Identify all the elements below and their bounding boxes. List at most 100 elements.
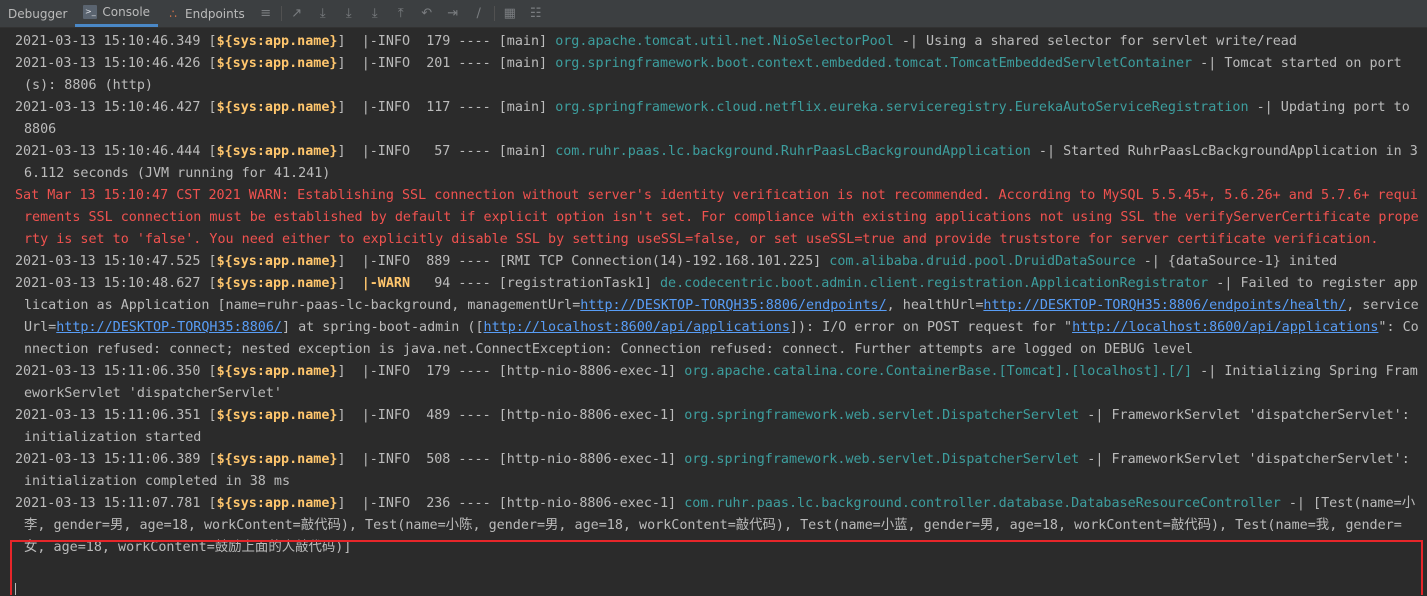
log-level: |-INFO	[361, 408, 419, 423]
log-thread: [http-nio-8806-exec-1]	[498, 452, 677, 467]
log-level: |-INFO	[361, 34, 419, 49]
log-line: 2021-03-13 15:10:46.444 [${sys:app.name}…	[15, 144, 1418, 181]
log-line: 2021-03-13 15:10:46.349 [${sys:app.name}…	[15, 34, 1297, 49]
tab-console[interactable]: >_ Console	[75, 0, 159, 27]
log-timestamp: 2021-03-13 15:10:48.627	[15, 276, 201, 291]
management-url-link[interactable]: http://DESKTOP-TORQH35:8806/endpoints/	[580, 298, 886, 313]
log-line-warn: 2021-03-13 15:10:48.627 [${sys:app.name}…	[15, 276, 1419, 357]
log-timestamp: 2021-03-13 15:10:46.444	[15, 144, 201, 159]
log-level: |-INFO	[361, 100, 419, 115]
log-timestamp: 2021-03-13 15:10:46.349	[15, 34, 201, 49]
log-level: |-INFO	[361, 56, 419, 71]
step-into-icon[interactable]: ⤓	[336, 0, 362, 27]
tab-debugger-label: Debugger	[8, 6, 68, 21]
log-thread-id: 57	[426, 144, 451, 159]
log-timestamp: 2021-03-13 15:10:47.525	[15, 254, 201, 269]
log-line: 2021-03-13 15:11:06.351 [${sys:app.name}…	[15, 408, 1418, 445]
log-thread-id: 201	[426, 56, 451, 71]
console-toolbar: Debugger >_ Console ∴ Endpoints ≡ ↗ ⤓ ⤓ …	[0, 0, 1427, 28]
log-level: |-INFO	[361, 452, 419, 467]
settings-grid-icon[interactable]: ☷	[523, 0, 549, 27]
show-execution-point-icon[interactable]: ↗	[284, 0, 310, 27]
endpoints-icon: ∴	[169, 6, 177, 21]
toolbar-divider	[280, 6, 282, 21]
log-app-name: ${sys:app.name}	[216, 144, 338, 159]
admin-api-link[interactable]: http://localhost:8600/api/applications	[484, 320, 790, 335]
console-icon: >_	[83, 5, 98, 19]
log-logger: org.apache.tomcat.util.net.NioSelectorPo…	[555, 34, 894, 49]
force-step-into-icon[interactable]: ⤓	[362, 0, 388, 27]
log-logger: com.ruhr.paas.lc.background.RuhrPaasLcBa…	[555, 144, 1031, 159]
log-line: 2021-03-13 15:10:46.426 [${sys:app.name}…	[15, 56, 1402, 93]
log-thread: [main]	[498, 34, 548, 49]
log-thread-id: 179	[426, 364, 451, 379]
log-message: Using a shared selector for servlet writ…	[926, 34, 1297, 49]
log-line: 2021-03-13 15:11:06.389 [${sys:app.name}…	[15, 452, 1418, 489]
toolbar-divider	[493, 6, 495, 21]
log-thread: [RMI TCP Connection(14)-192.168.101.225]	[498, 254, 822, 269]
log-message: ] at spring-boot-admin ([	[281, 320, 484, 335]
console-output[interactable]: 2021-03-13 15:10:46.349 [${sys:app.name}…	[0, 28, 1427, 595]
log-logger: de.codecentric.boot.admin.client.registr…	[660, 276, 1209, 291]
drop-frame-icon[interactable]: ↶	[414, 0, 440, 27]
log-line-highlighted: 2021-03-13 15:11:07.781 [${sys:app.name}…	[15, 496, 1416, 555]
log-line: 2021-03-13 15:11:06.350 [${sys:app.name}…	[15, 364, 1418, 401]
log-app-name: ${sys:app.name}	[216, 496, 338, 511]
log-thread-id: 179	[426, 34, 451, 49]
log-app-name: ${sys:app.name}	[216, 254, 338, 269]
log-timestamp: 2021-03-13 15:11:06.351	[15, 408, 201, 423]
layout-menu-icon[interactable]: ≡	[253, 0, 279, 27]
log-thread-id: 94	[426, 276, 451, 291]
text-caret	[15, 583, 16, 595]
log-message: , healthUrl=	[886, 298, 984, 313]
log-level: |-INFO	[361, 496, 419, 511]
log-timestamp: 2021-03-13 15:11:06.350	[15, 364, 201, 379]
service-url-link[interactable]: http://DESKTOP-TORQH35:8806/	[56, 320, 282, 335]
admin-api-link[interactable]: http://localhost:8600/api/applications	[1072, 320, 1378, 335]
log-timestamp: 2021-03-13 15:10:46.426	[15, 56, 201, 71]
log-level: |-WARN	[361, 276, 419, 291]
step-over-icon[interactable]: ⤓	[310, 0, 336, 27]
log-logger: com.alibaba.druid.pool.DruidDataSource	[829, 254, 1136, 269]
log-thread: [registrationTask1]	[498, 276, 652, 291]
log-message: ]): I/O error on POST request for "	[789, 320, 1073, 335]
log-app-name: ${sys:app.name}	[216, 452, 338, 467]
tab-endpoints-label: Endpoints	[185, 6, 245, 21]
log-thread: [http-nio-8806-exec-1]	[498, 364, 677, 379]
evaluate-icon[interactable]: ∕	[466, 0, 492, 27]
log-line: 2021-03-13 15:10:46.427 [${sys:app.name}…	[15, 100, 1418, 137]
log-app-name: ${sys:app.name}	[216, 34, 338, 49]
log-logger: com.ruhr.paas.lc.background.controller.d…	[684, 496, 1281, 511]
log-thread-id: 117	[426, 100, 451, 115]
health-url-link[interactable]: http://DESKTOP-TORQH35:8806/endpoints/he…	[983, 298, 1346, 313]
log-level: |-INFO	[361, 254, 419, 269]
log-thread: [main]	[498, 100, 548, 115]
log-timestamp: 2021-03-13 15:11:07.781	[15, 496, 201, 511]
log-logger: org.apache.catalina.core.ContainerBase.[…	[684, 364, 1193, 379]
log-thread-id: 236	[426, 496, 451, 511]
run-to-cursor-icon[interactable]: ⇥	[440, 0, 466, 27]
log-logger: org.springframework.boot.context.embedde…	[555, 56, 1193, 71]
log-thread: [main]	[498, 144, 548, 159]
tab-endpoints[interactable]: ∴ Endpoints	[158, 0, 253, 27]
log-timestamp: 2021-03-13 15:10:46.427	[15, 100, 201, 115]
tab-console-label: Console	[102, 5, 151, 19]
log-thread: [main]	[498, 56, 548, 71]
log-logger: org.springframework.cloud.netflix.eureka…	[555, 100, 1249, 115]
log-level: |-INFO	[361, 144, 419, 159]
log-thread: [http-nio-8806-exec-1]	[498, 496, 677, 511]
log-thread-id: 889	[426, 254, 451, 269]
log-message: {dataSource-1} inited	[1167, 254, 1338, 269]
tab-debugger[interactable]: Debugger	[0, 0, 75, 27]
log-logger: org.springframework.web.servlet.Dispatch…	[684, 408, 1080, 423]
log-app-name: ${sys:app.name}	[216, 100, 338, 115]
log-line: 2021-03-13 15:10:47.525 [${sys:app.name}…	[15, 254, 1338, 269]
log-logger: org.springframework.web.servlet.Dispatch…	[684, 452, 1080, 467]
log-timestamp: 2021-03-13 15:11:06.389	[15, 452, 201, 467]
log-app-name: ${sys:app.name}	[216, 364, 338, 379]
table-icon[interactable]: ▦	[497, 0, 523, 27]
log-app-name: ${sys:app.name}	[216, 56, 338, 71]
log-app-name: ${sys:app.name}	[216, 408, 338, 423]
step-out-icon[interactable]: ⤒	[388, 0, 414, 27]
log-thread-id: 508	[426, 452, 451, 467]
